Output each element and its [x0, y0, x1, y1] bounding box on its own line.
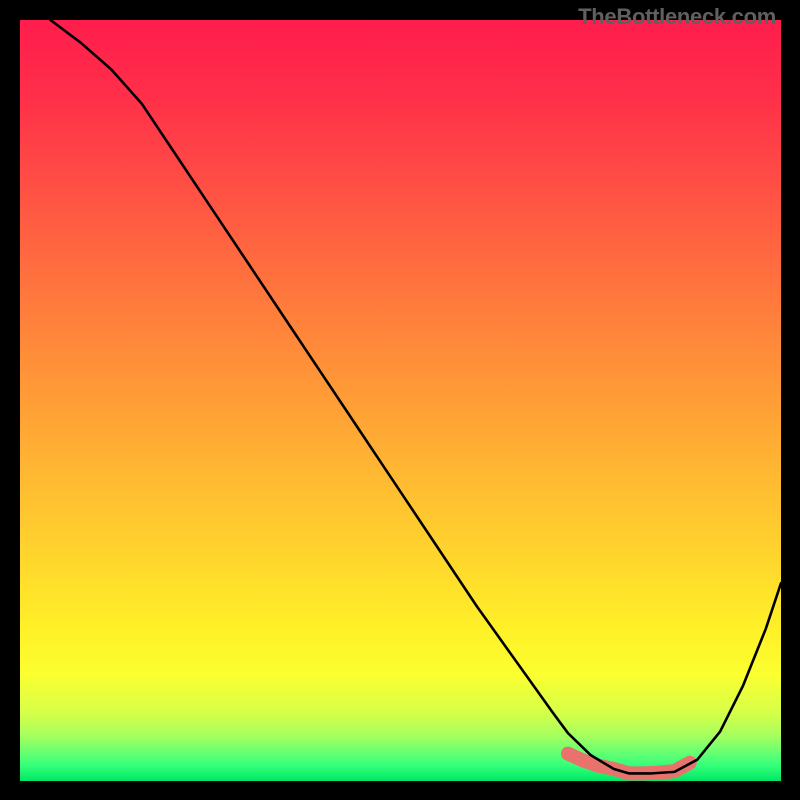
chart-svg — [20, 20, 781, 781]
chart-frame: TheBottleneck.com — [0, 0, 800, 800]
plot-area — [20, 20, 781, 781]
watermark-text: TheBottleneck.com — [578, 4, 776, 30]
gradient-background — [20, 20, 781, 781]
